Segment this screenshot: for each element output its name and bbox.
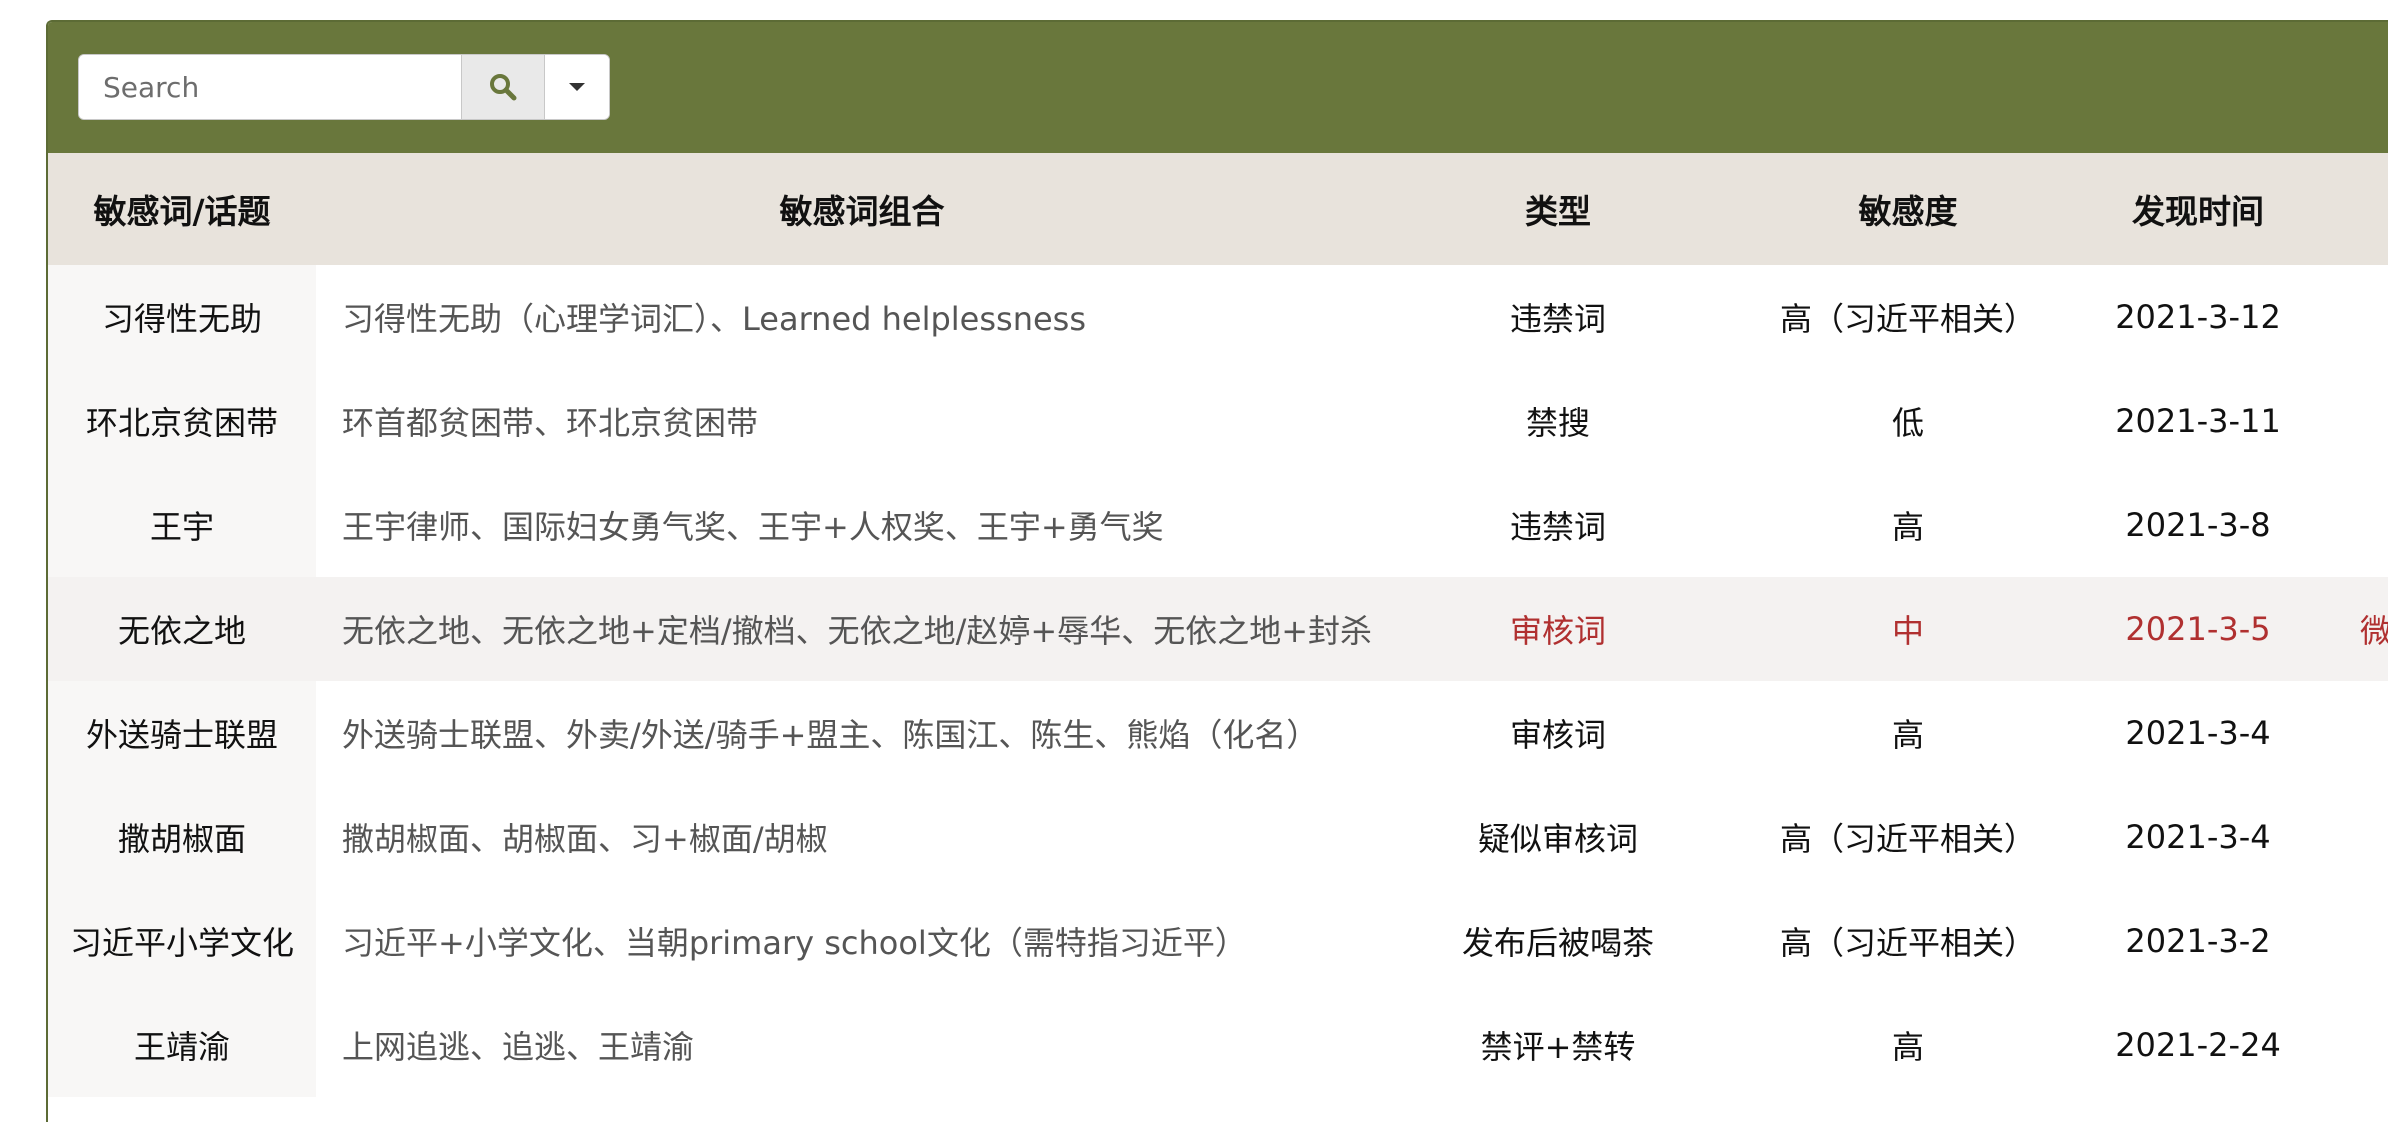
cell-date: 2021-3-5 [2125,610,2271,648]
cell-date: 2021-3-4 [2125,714,2271,752]
dropdown-toggle-button[interactable] [544,55,609,119]
cell-combo: 环首都贫困带、环北京贫困带 [342,404,759,442]
cell-type: 禁评+禁转 [1480,1028,1636,1066]
cell-combo: 习近平+小学文化、当朝primary school文化（需特指习近平） [342,924,1247,962]
cell-type: 审核词 [1509,716,1606,754]
table-row[interactable]: 习得性无助 习得性无助（心理学词汇）、Learned helplessness 违禁… [48,265,2388,369]
table-row[interactable]: 环北京贫困带 环首都贫困带、环北京贫困带 禁搜低 2021-3-11 [48,369,2388,473]
search-group [78,54,610,120]
cell-date: 2021-2-24 [2115,1026,2281,1064]
cell-term: 王靖渝 [48,993,316,1097]
table-row[interactable]: 王宇 王宇律师、国际妇女勇气奖、王宇+人权奖、王宇+勇气奖 违禁词高 2021-3-8 [48,473,2388,577]
cell-type: 禁搜 [1525,404,1590,442]
cell-term: 习近平小学文化 [48,889,316,993]
cell-term: 撒胡椒面 [48,785,316,889]
table-row[interactable]: 无依之地 无依之地、无依之地+定档/撤档、无依之地/赵婷+辱华、无依之地+封杀 审核… [48,577,2388,681]
cell-combo: 习得性无助（心理学词汇）、Learned helplessness [342,300,1087,338]
cell-type: 发布后被喝茶 [1461,924,1654,962]
cell-combo: 王宇律师、国际妇女勇气奖、王宇+人权奖、王宇+勇气奖 [342,508,1164,546]
cell-type: 违禁词 [1509,508,1606,546]
cell-date: 2021-3-12 [2115,298,2281,336]
table-row[interactable]: 撒胡椒面 撒胡椒面、胡椒面、习+椒面/胡椒 疑似审核词 高（习近平相关） 2021-3-… [48,785,2388,889]
cell-type: 违禁词 [1509,300,1606,338]
search-icon [490,74,517,101]
cell-date: 2021-3-4 [2125,818,2271,856]
cell-term: 环北京贫困带 [48,369,316,473]
cell-combo: 撒胡椒面、胡椒面、习+椒面/胡椒 [342,820,828,858]
table-panel: 敏感词/话题 敏感词组合 类型 敏感度 发现时间 习得性无助习得性无助（心理学词… [46,20,2388,1122]
cell-type: 疑似审核词 [1477,820,1638,858]
cell-date: 2021-3-8 [2125,506,2271,544]
cell-combo: 无依之地、无依之地+定档/撤档、无依之地/赵婷+辱华、无依之地+封杀 [342,612,1373,650]
column-header-term[interactable]: 敏感词/话题 [48,153,316,265]
cell-term: 王宇 [48,473,316,577]
search-button[interactable] [461,55,544,119]
column-header-type[interactable]: 类型 [1408,153,1708,265]
cell-combo: 外送骑士联盟、外卖/外送/骑手+盟主、陈国江、陈生、熊焰（化名） [342,716,1319,754]
column-header-date[interactable]: 发现时间 [2048,153,2348,265]
cell-term: 习得性无助 [48,265,316,369]
caret-down-icon [569,83,585,91]
cell-term: 无依之地 [117,612,246,650]
table-header: 敏感词/话题 敏感词组合 类型 敏感度 发现时间 [48,153,2388,265]
table-toolbar [48,22,2388,153]
cell-term: 外送骑士联盟 [48,681,316,785]
cell-type: 审核词 [1509,612,1606,650]
cell-date: 2021-3-11 [2115,402,2281,440]
search-input[interactable] [79,55,461,119]
table-row[interactable]: 习近平小学文化 习近平+小学文化、当朝primary school文化（需特指习近… [48,889,2388,993]
table-row[interactable]: 外送骑士联盟 外送骑士联盟、外卖/外送/骑手+盟主、陈国江、陈生、熊焰（化名） 审核… [48,681,2388,785]
cell-date: 2021-3-2 [2125,922,2271,960]
table-row[interactable]: 王靖渝 上网追逃、追逃、王靖渝 禁评+禁转高 2021-2-24 [48,993,2388,1097]
table-body: 习得性无助 习得性无助（心理学词汇）、Learned helplessness 违禁… [48,265,2388,1097]
column-header-combo[interactable]: 敏感词组合 [316,153,1408,265]
cell-combo: 上网追逃、追逃、王靖渝 [342,1028,695,1066]
cell-extra: 微 [2360,577,2388,681]
